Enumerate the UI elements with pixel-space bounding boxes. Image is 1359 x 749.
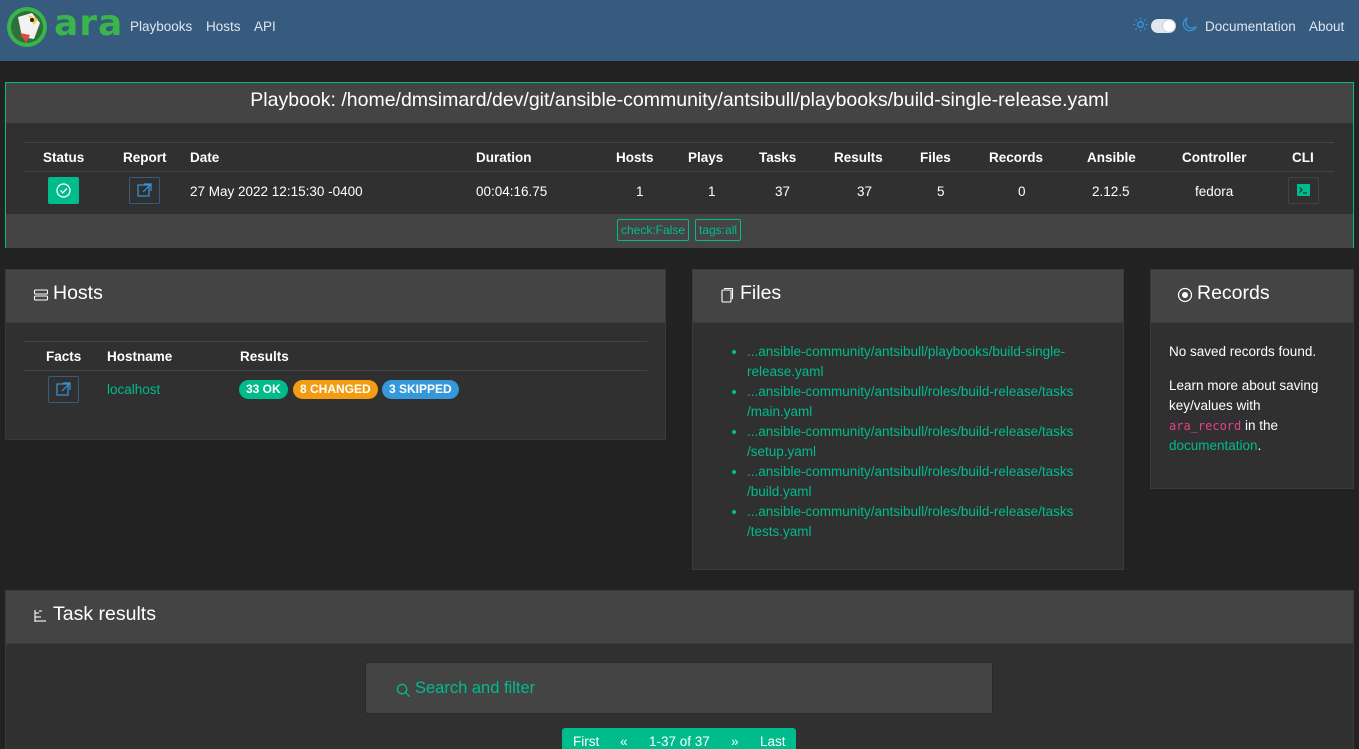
col-files: Files: [920, 150, 951, 165]
search-icon: [396, 683, 411, 698]
col-records: Records: [989, 150, 1044, 165]
task-results-card: Task results Search and filter First « 1…: [5, 590, 1354, 749]
playbook-row: 27 May 2022 12:15:30 -0400 00:04:16.75 1…: [24, 172, 1334, 212]
col-cli: CLI: [1292, 150, 1314, 165]
search-input[interactable]: Search and filter: [365, 662, 993, 714]
col-hosts: Hosts: [616, 150, 654, 165]
playbook-duration: 00:04:16.75: [476, 184, 548, 199]
file-item[interactable]: ...ansible-community/antsibull/roles/bui…: [747, 382, 1077, 422]
nav-documentation[interactable]: Documentation: [1205, 19, 1296, 34]
col-results: Results: [240, 349, 289, 364]
file-item[interactable]: ...ansible-community/antsibull/roles/bui…: [747, 422, 1077, 462]
tag-check[interactable]: check:False: [617, 219, 690, 241]
col-facts: Facts: [46, 349, 82, 364]
badge-changed[interactable]: 8 CHANGED: [293, 380, 378, 399]
moon-icon: [1182, 17, 1197, 32]
hosts-card: Hosts Facts Hostname Results localhost 3…: [5, 269, 666, 440]
hosts-card-title: Hosts: [53, 282, 103, 304]
hosts-table-header: Facts Hostname Results: [24, 341, 647, 371]
records-card-header: Records: [1151, 270, 1353, 323]
file-icon: [721, 287, 734, 303]
file-item[interactable]: ...ansible-community/antsibull/roles/bui…: [747, 502, 1077, 542]
records-card: Records No saved records found. Learn mo…: [1150, 269, 1354, 489]
navbar: ara Playbooks Hosts API Documentation Ab…: [0, 0, 1359, 61]
records-help-text: Learn more about saving key/values with …: [1169, 378, 1319, 453]
record-icon: [1177, 287, 1193, 303]
records-card-title: Records: [1197, 282, 1270, 304]
col-tasks: Tasks: [759, 150, 797, 165]
col-ansible: Ansible: [1087, 150, 1136, 165]
badge-ok[interactable]: 33 OK: [239, 380, 288, 399]
col-report: Report: [123, 150, 167, 165]
check-circle-icon: [56, 183, 71, 198]
playbook-ansible-version: 2.12.5: [1092, 184, 1130, 199]
list-tree-icon: [34, 610, 46, 622]
col-duration: Duration: [476, 150, 532, 165]
playbook-title: Playbook: /home/dmsimard/dev/git/ansible…: [6, 83, 1353, 123]
file-item[interactable]: ...ansible-community/antsibull/playbooks…: [747, 342, 1077, 382]
documentation-link[interactable]: documentation: [1169, 438, 1258, 453]
col-results: Results: [834, 150, 883, 165]
pager-range: 1-37 of 37: [649, 734, 710, 749]
playbook-records-count: 0: [1018, 184, 1026, 199]
facts-button[interactable]: [48, 376, 79, 403]
files-list: ...ansible-community/antsibull/playbooks…: [747, 342, 1077, 542]
col-hostname: Hostname: [107, 349, 173, 364]
col-plays: Plays: [688, 150, 724, 165]
brand-name: ara: [54, 3, 124, 44]
pager-first[interactable]: First: [573, 734, 599, 749]
task-results-title: Task results: [53, 603, 156, 625]
external-link-icon: [56, 382, 71, 396]
pager-prev[interactable]: «: [620, 734, 628, 749]
records-empty-text: No saved records found.: [1169, 344, 1317, 359]
terminal-icon: [1297, 184, 1310, 196]
playbook-controller: fedora: [1195, 184, 1234, 199]
files-card-header: Files: [693, 270, 1123, 323]
ara-record-code: ara_record: [1169, 419, 1242, 433]
task-results-card-header: Task results: [6, 591, 1353, 644]
files-card: Files ...ansible-community/antsibull/pla…: [692, 269, 1124, 570]
playbook-results-count: 37: [857, 184, 873, 199]
report-button[interactable]: [129, 177, 160, 204]
tag-tags[interactable]: tags:all: [695, 219, 742, 241]
sun-icon: [1133, 17, 1148, 32]
playbook-tags-bar: check:False tags:all: [6, 214, 1353, 248]
host-link-localhost[interactable]: localhost: [107, 382, 160, 397]
external-link-icon: [137, 183, 152, 197]
files-card-title: Files: [740, 282, 782, 304]
nav-about[interactable]: About: [1309, 19, 1344, 34]
col-status: Status: [43, 150, 85, 165]
pagination: First « 1-37 of 37 » Last: [562, 728, 796, 749]
playbook-plays-count: 1: [708, 184, 716, 199]
brand-logo[interactable]: ara: [6, 3, 122, 49]
server-icon: [33, 289, 49, 301]
pager-last[interactable]: Last: [760, 734, 786, 749]
cli-button[interactable]: [1288, 177, 1319, 204]
badge-skipped[interactable]: 3 SKIPPED: [382, 380, 459, 399]
hosts-card-header: Hosts: [6, 270, 665, 323]
playbook-table-header: Status Report Date Duration Hosts Plays …: [24, 142, 1334, 172]
search-placeholder: Search and filter: [415, 679, 536, 697]
col-controller: Controller: [1182, 150, 1247, 165]
pager-next[interactable]: »: [731, 734, 739, 749]
nav-hosts[interactable]: Hosts: [206, 19, 241, 34]
playbook-date: 27 May 2022 12:15:30 -0400: [190, 184, 363, 199]
status-button[interactable]: [48, 177, 79, 204]
playbook-summary-panel: Playbook: /home/dmsimard/dev/git/ansible…: [5, 82, 1354, 248]
nav-playbooks[interactable]: Playbooks: [130, 19, 192, 34]
nav-api[interactable]: API: [254, 19, 276, 34]
file-item[interactable]: ...ansible-community/antsibull/roles/bui…: [747, 462, 1077, 502]
ara-logo-icon: [7, 7, 47, 47]
playbook-files-count: 5: [937, 184, 945, 199]
playbook-tasks-count: 37: [775, 184, 791, 199]
col-date: Date: [190, 150, 220, 165]
theme-toggle[interactable]: [1151, 19, 1176, 33]
playbook-hosts-count: 1: [636, 184, 644, 199]
